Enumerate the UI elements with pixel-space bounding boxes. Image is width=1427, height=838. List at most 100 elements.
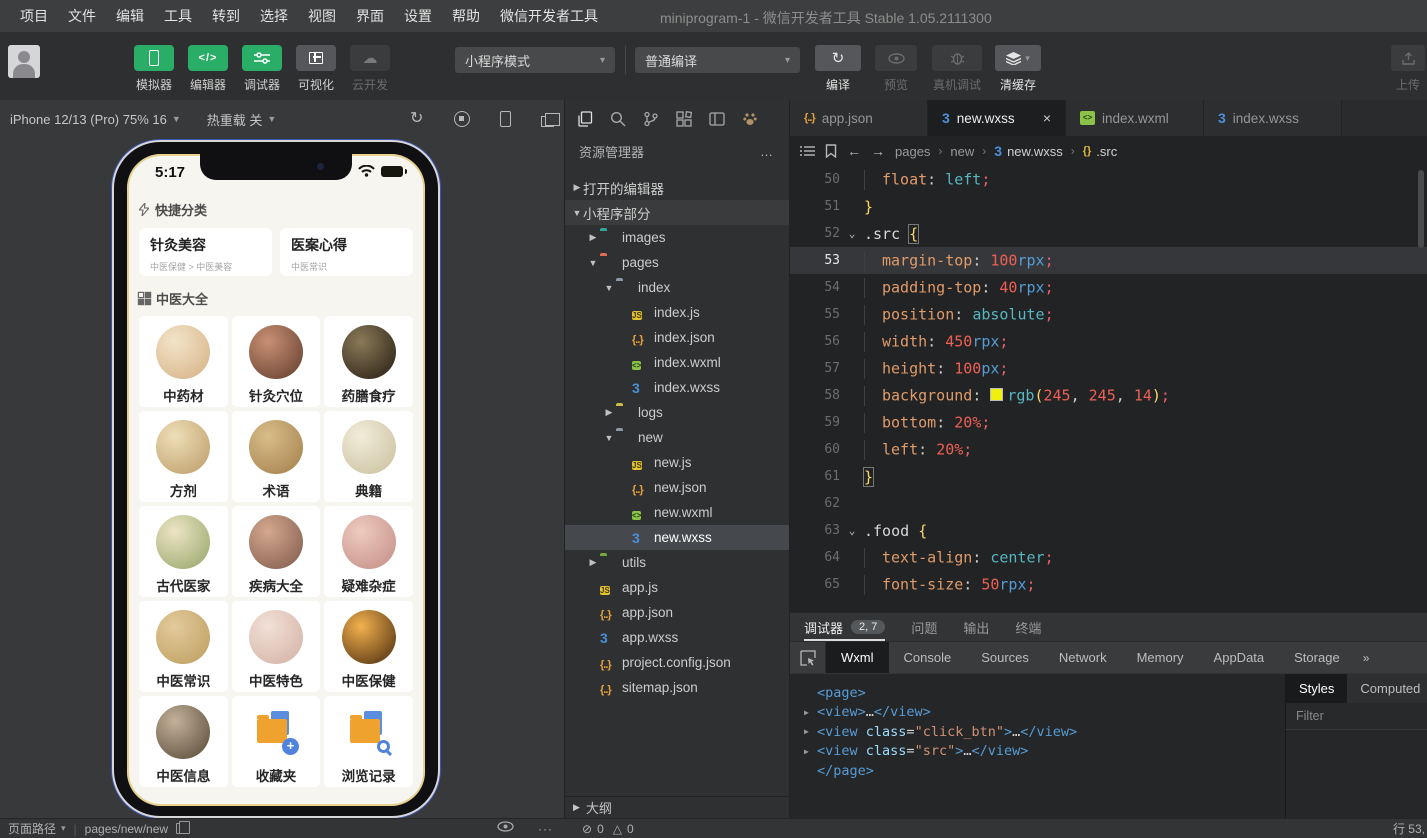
tree-item-logs[interactable]: ▶ logs	[565, 400, 789, 425]
expand-arrow-icon[interactable]: ▶	[804, 727, 817, 736]
code-line-60[interactable]: 60 left: 20%;	[790, 436, 1427, 463]
panel-tab-输出[interactable]: 输出	[963, 613, 989, 641]
stop-record-icon[interactable]	[454, 111, 470, 127]
styles-tab-Styles[interactable]: Styles	[1286, 674, 1348, 703]
tree-item-new.json[interactable]: {..} new.json	[565, 475, 789, 500]
more-actions-icon[interactable]: …	[760, 144, 775, 159]
inspect-element-button[interactable]	[790, 642, 826, 673]
code-line-63[interactable]: 63 ⌄ .food {	[790, 517, 1427, 544]
code-line-52[interactable]: 52 ⌄ .src {	[790, 220, 1427, 247]
git-branch-icon[interactable]	[643, 111, 659, 127]
fold-chevron-icon[interactable]: ⌄	[840, 524, 864, 537]
tab-app.json[interactable]: {..} app.json	[790, 100, 928, 136]
clear-cache-button[interactable]: ▾ 清缓存	[992, 45, 1044, 93]
menu-item-帮助[interactable]: 帮助	[442, 6, 490, 26]
quick-card[interactable]: 针灸美容 中医保健 > 中医美容	[139, 228, 272, 276]
tree-item-new[interactable]: ▼ new	[565, 425, 789, 450]
tree-item-index.wxml[interactable]: <> index.wxml	[565, 350, 789, 375]
problems-summary[interactable]: ⊘ 0 △ 0	[582, 819, 634, 838]
compile-mode-select[interactable]: 普通编译 ▾	[635, 47, 800, 73]
menu-item-项目[interactable]: 项目	[10, 6, 58, 26]
editor-toggle-button[interactable]: </> 编辑器	[184, 45, 232, 93]
panel-tab-问题[interactable]: 问题	[911, 613, 937, 641]
search-icon[interactable]	[610, 111, 626, 127]
tree-item-app.json[interactable]: {..} app.json	[565, 600, 789, 625]
breadcrumb-item-new.wxss[interactable]: 3 new.wxss	[994, 144, 1062, 159]
tree-item-new.js[interactable]: JS new.js	[565, 450, 789, 475]
close-icon[interactable]: ×	[1043, 110, 1051, 126]
debugger-toggle-button[interactable]: 调试器	[238, 45, 286, 93]
wxml-line[interactable]: ▶ <view class = "src" >… </view>	[804, 742, 1285, 762]
grid-item[interactable]: 药膳食疗	[324, 316, 413, 407]
plugin-paw-icon[interactable]	[742, 111, 758, 127]
devtools-tab-Network[interactable]: Network	[1044, 642, 1122, 673]
menu-item-转到[interactable]: 转到	[202, 6, 250, 26]
menu-item-工具[interactable]: 工具	[154, 6, 202, 26]
tree-item-打开的编辑器[interactable]: ▶ 打开的编辑器	[565, 175, 789, 200]
panel-tab-调试器[interactable]: 调试器 2, 7	[804, 613, 886, 641]
code-editor[interactable]: 50 float: left; 51} 52 ⌄ .src {53 margin-top: …	[790, 166, 1427, 612]
tree-item-index.json[interactable]: {..} index.json	[565, 325, 789, 350]
devtools-tab-AppData[interactable]: AppData	[1199, 642, 1280, 673]
tree-item-project.config.json[interactable]: {..} project.config.json	[565, 650, 789, 675]
devtools-tab-Storage[interactable]: Storage	[1279, 642, 1355, 673]
outline-section[interactable]: ▶ 大纲	[565, 796, 789, 818]
grid-item[interactable]: 针灸穴位	[231, 316, 321, 407]
grid-item[interactable]: 方剂	[139, 411, 228, 502]
code-line-64[interactable]: 64 text-align: center;	[790, 544, 1427, 571]
styles-tab-Computed[interactable]: Computed	[1347, 674, 1427, 703]
grid-item[interactable]: 中医信息	[139, 696, 228, 787]
tree-item-index[interactable]: ▼ index	[565, 275, 789, 300]
expand-arrow-icon[interactable]: ▶	[804, 708, 817, 717]
code-line-62[interactable]: 62	[790, 490, 1427, 517]
expand-arrow-icon[interactable]: ▶	[804, 747, 817, 756]
code-line-54[interactable]: 54 padding-top: 40rpx;	[790, 274, 1427, 301]
menu-item-视图[interactable]: 视图	[298, 6, 346, 26]
tree-item-new.wxss[interactable]: 3 new.wxss	[565, 525, 789, 550]
devtools-tab-Wxml[interactable]: Wxml	[826, 642, 889, 673]
devtools-tab-Sources[interactable]: Sources	[966, 642, 1044, 673]
breadcrumb-item-new[interactable]: new	[950, 144, 974, 159]
device-debug-button[interactable]: 真机调试	[926, 45, 988, 93]
copy-icon[interactable]	[176, 821, 191, 834]
grid-item[interactable]: 浏览记录	[324, 696, 413, 787]
breadcrumb-item-.src[interactable]: {} .src	[1083, 144, 1118, 159]
files-icon[interactable]	[577, 111, 593, 127]
forward-arrow-icon[interactable]: →	[871, 143, 885, 159]
styles-filter-input[interactable]: Filter	[1286, 703, 1427, 730]
tab-index.wxss[interactable]: 3 index.wxss	[1204, 100, 1342, 136]
tree-item-pages[interactable]: ▼ pages	[565, 250, 789, 275]
grid-item[interactable]: 疾病大全	[231, 506, 321, 597]
simulator-toggle-button[interactable]: 模拟器	[130, 45, 178, 93]
visibility-toggle[interactable]	[497, 821, 514, 835]
phone-screen[interactable]: 5:17 快捷分类 针灸美容 中医保健 > 中医美容 医案心得 中医常识 中医大…	[127, 154, 425, 806]
grid-item[interactable]: 疑难杂症	[324, 506, 413, 597]
wxml-line[interactable]: <page>	[804, 683, 1285, 703]
panel-tab-终端[interactable]: 终端	[1015, 613, 1041, 641]
cursor-position[interactable]: 行 53,	[1393, 819, 1425, 838]
devtools-tab-Memory[interactable]: Memory	[1122, 642, 1199, 673]
code-line-58[interactable]: 58 background: rgb(245, 245, 14);	[790, 382, 1427, 409]
grid-item[interactable]: 中医常识	[139, 601, 228, 692]
refresh-icon[interactable]: ↻	[410, 111, 426, 127]
preview-button[interactable]: 预览	[872, 45, 920, 93]
compile-button[interactable]: ↻ 编译	[812, 45, 864, 93]
code-line-51[interactable]: 51}	[790, 193, 1427, 220]
tree-item-app.wxss[interactable]: 3 app.wxss	[565, 625, 789, 650]
grid-item[interactable]: 术语	[231, 411, 321, 502]
tree-item-utils[interactable]: ▶ utils	[565, 550, 789, 575]
multi-window-icon[interactable]	[541, 112, 560, 127]
code-line-57[interactable]: 57 height: 100px;	[790, 355, 1427, 382]
tab-new.wxss[interactable]: 3 new.wxss ×	[928, 100, 1066, 136]
cloud-dev-button[interactable]: ☁ 云开发	[346, 45, 394, 93]
grid-item[interactable]: 中医保健	[324, 601, 413, 692]
wxml-line[interactable]: </page>	[804, 761, 1285, 781]
tree-item-images[interactable]: ▶ images	[565, 225, 789, 250]
menu-item-界面[interactable]: 界面	[346, 6, 394, 26]
code-line-50[interactable]: 50 float: left;	[790, 166, 1427, 193]
tree-item-new.wxml[interactable]: <> new.wxml	[565, 500, 789, 525]
upload-button[interactable]: 上传	[1388, 45, 1427, 93]
menu-item-选择[interactable]: 选择	[250, 6, 298, 26]
bookmark-icon[interactable]	[825, 144, 837, 158]
menu-item-文件[interactable]: 文件	[58, 6, 106, 26]
